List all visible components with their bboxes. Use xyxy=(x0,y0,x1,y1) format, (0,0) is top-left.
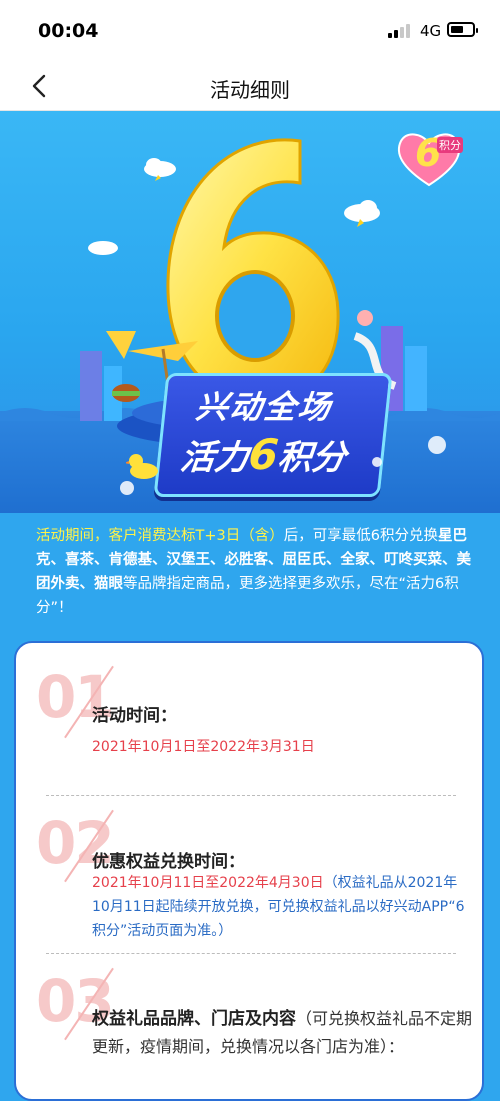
nav-bar: 活动细则 xyxy=(0,64,500,111)
divider xyxy=(46,795,456,796)
battery-icon xyxy=(447,22,478,37)
banner-line-2: 活力6积分 xyxy=(178,430,348,479)
bubble xyxy=(120,481,134,495)
banner-line-1: 兴动全场 xyxy=(193,388,334,426)
section-body-time: 2021年10月1日至2022年3月31日 xyxy=(92,739,315,755)
bubble xyxy=(428,436,446,454)
status-time: 00:04 xyxy=(38,20,99,42)
section-body-redeem: 2021年10月11日至2022年4月30日（权益礼品从2021年10月11日起… xyxy=(92,871,472,943)
banner-line-2-a: 活力 xyxy=(178,438,251,478)
promo-banner: 兴动全场 活力6积分 xyxy=(153,373,393,497)
hero-banner: 6 积分 兴动全场 活力6积分 xyxy=(0,111,500,513)
badge-label: 积分 xyxy=(437,137,463,153)
page-title: 活动细则 xyxy=(210,78,290,102)
network-type: 4G xyxy=(420,22,442,40)
intro-highlight: 活动期间，客户消费达标T+3日（含） xyxy=(36,528,284,544)
intro-text: 活动期间，客户消费达标T+3日（含）后，可享最低6积分兑换星巴克、喜茶、肯德基、… xyxy=(36,524,476,620)
section-title-time: 活动时间： xyxy=(92,706,177,726)
status-bar: 00:04 4G xyxy=(0,0,500,64)
signal-icon xyxy=(388,24,412,38)
section-title-redeem: 优惠权益兑换时间： xyxy=(92,852,245,872)
intro-text-1: 后，可享最低6积分兑换 xyxy=(283,528,438,544)
rules-card: 01 活动时间： 2021年10月1日至2022年3月31日 02 优惠权益兑换… xyxy=(14,641,484,1101)
section-body-brands: 权益礼品品牌、门店及内容（可兑换权益礼品不定期更新，疫情期间，兑换情况以各门店为… xyxy=(92,1005,472,1061)
banner-line-2-b: 积分 xyxy=(275,438,348,478)
cloud-icon xyxy=(88,241,118,255)
section-title-brands: 权益礼品品牌、门店及内容 xyxy=(92,1009,296,1029)
six-points-badge: 6 积分 xyxy=(393,129,465,189)
redeem-dates: 2021年10月11日至2022年4月30日 xyxy=(92,875,324,891)
bubble xyxy=(372,457,382,467)
divider xyxy=(46,953,456,954)
duck-icon xyxy=(126,454,158,479)
